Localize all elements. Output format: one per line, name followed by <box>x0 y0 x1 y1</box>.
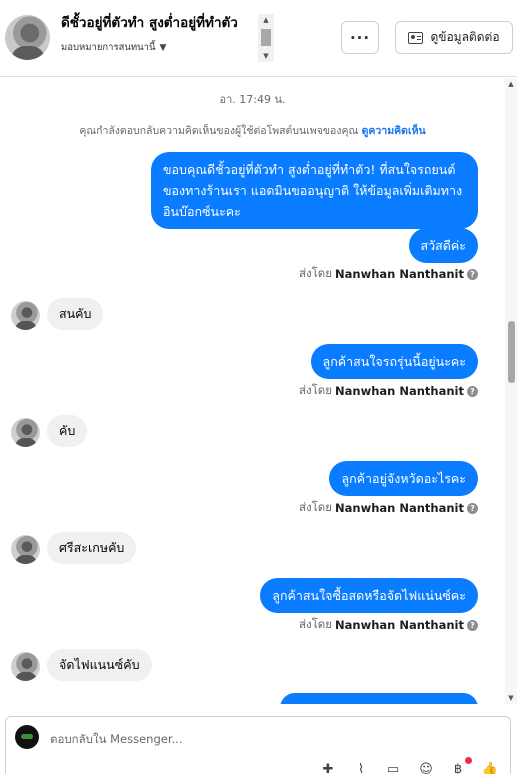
chevron-down-icon[interactable]: ▼ <box>505 694 517 702</box>
message-timestamp: อา. 17:49 น. <box>219 93 286 106</box>
sent-by-prefix: ส่งโดย <box>298 383 333 397</box>
chat-icon[interactable]: ▭ <box>384 761 402 774</box>
incoming-message[interactable]: จัดไฟแนนซ์คับ <box>47 649 152 681</box>
sent-by-prefix: ส่งโดย <box>298 617 333 631</box>
thread-scrollbar[interactable]: ▲ ▼ <box>505 78 517 704</box>
reply-input[interactable]: ตอบกลับใน Messenger... <box>50 731 182 749</box>
outgoing-message[interactable]: ลูกค้าสนใจซื้อสดหรือจัดไฟแน่นซ์คะ <box>260 578 478 613</box>
outgoing-message-partial[interactable] <box>280 693 478 704</box>
view-comment-link[interactable]: ดูความคิดเห็น <box>362 125 426 137</box>
currency-icon[interactable]: ฿ <box>449 761 467 774</box>
contact-card-icon <box>408 31 424 44</box>
sender-name: Nanwhan Nanthanit <box>335 501 464 515</box>
assign-conversation-label: มอบหมายการสนทนานี้ <box>61 42 156 53</box>
sent-by-prefix: ส่งโดย <box>298 500 333 514</box>
gif-icon[interactable]: ✚ <box>319 761 337 774</box>
sent-by-label: ส่งโดย Nanwhan Nanthanit ? <box>299 382 478 400</box>
contact-avatar[interactable] <box>5 15 50 60</box>
sent-by-label: ส่งโดย Nanwhan Nanthanit ? <box>299 616 478 634</box>
sender-name: Nanwhan Nanthanit <box>335 618 464 632</box>
outgoing-message[interactable]: ลูกค้าอยู่จังหวัดอะไรคะ <box>329 461 478 496</box>
attachment-icon[interactable]: ⌇ <box>352 761 370 774</box>
incoming-message[interactable]: สนคับ <box>47 298 104 330</box>
incoming-message[interactable]: ศรีสะเกษคับ <box>47 532 137 564</box>
view-contact-button[interactable]: ดูข้อมูลติดต่อ <box>395 21 513 54</box>
chevron-up-icon[interactable]: ▲ <box>258 14 274 26</box>
info-icon[interactable]: ? <box>467 619 478 631</box>
sent-by-label: ส่งโดย Nanwhan Nanthanit ? <box>299 499 478 517</box>
more-options-button[interactable]: ··· <box>341 21 379 54</box>
incoming-message[interactable]: คับ <box>47 415 88 447</box>
reply-composer[interactable]: ตอบกลับใน Messenger... ✚ ⌇ ▭ ☺ ฿ 👍 <box>5 716 511 774</box>
ellipsis-icon: ··· <box>349 28 371 47</box>
sender-avatar[interactable] <box>11 418 40 447</box>
outgoing-message[interactable]: ลูกค้าสนใจรถรุ่นนี้อยู่นะคะ <box>310 344 478 379</box>
conversation-header: ดีชั้วอยู่ที่ตัวทำ สูงต่ำอยู่ที่ทำตัว มอ… <box>0 0 517 77</box>
caret-down-icon: ▼ <box>159 42 167 53</box>
assign-conversation[interactable]: มอบหมายการสนทนานี้ ▼ <box>61 40 275 55</box>
sender-avatar[interactable] <box>11 535 40 564</box>
info-icon[interactable]: ? <box>467 502 478 514</box>
chevron-up-icon[interactable]: ▲ <box>505 80 517 88</box>
info-icon[interactable]: ? <box>467 268 478 280</box>
sender-avatar[interactable] <box>11 652 40 681</box>
sender-avatar[interactable] <box>11 301 40 330</box>
outgoing-message[interactable]: สวัสดีค่ะ <box>408 228 478 263</box>
notification-dot <box>465 757 472 764</box>
outgoing-message[interactable]: ขอบคุณดีชั้วอยู่ที่ตัวทำ สูงต่ำอยู่ที่ทำ… <box>151 152 478 229</box>
contact-title-box: ดีชั้วอยู่ที่ตัวทำ สูงต่ำอยู่ที่ทำตัว มอ… <box>61 12 275 62</box>
message-thread[interactable]: อา. 17:49 น. คุณกำลังตอบกลับความคิดเห็นข… <box>0 78 517 704</box>
chevron-down-icon[interactable]: ▼ <box>258 50 274 62</box>
title-scrollbar[interactable]: ▲ ▼ <box>258 14 274 62</box>
contact-name[interactable]: ดีชั้วอยู่ที่ตัวทำ สูงต่ำอยู่ที่ทำตัว <box>61 12 258 34</box>
info-icon[interactable]: ? <box>467 385 478 397</box>
emoji-icon[interactable]: ☺ <box>417 761 435 774</box>
thumbs-up-icon[interactable]: 👍 <box>481 761 499 774</box>
thread-scroll-thumb[interactable] <box>508 321 515 383</box>
sender-name: Nanwhan Nanthanit <box>335 267 464 281</box>
title-scroll-thumb[interactable] <box>261 29 271 46</box>
view-contact-label: ดูข้อมูลติดต่อ <box>430 30 500 44</box>
sent-by-prefix: ส่งโดย <box>298 266 333 280</box>
sender-name: Nanwhan Nanthanit <box>335 384 464 398</box>
comment-reply-notice: คุณกำลังตอบกลับความคิดเห็นของผู้ใช้ต่อโพ… <box>0 122 505 139</box>
comment-reply-text: คุณกำลังตอบกลับความคิดเห็นของผู้ใช้ต่อโพ… <box>79 125 359 137</box>
page-avatar <box>15 725 39 749</box>
sent-by-label: ส่งโดย Nanwhan Nanthanit ? <box>299 265 478 283</box>
